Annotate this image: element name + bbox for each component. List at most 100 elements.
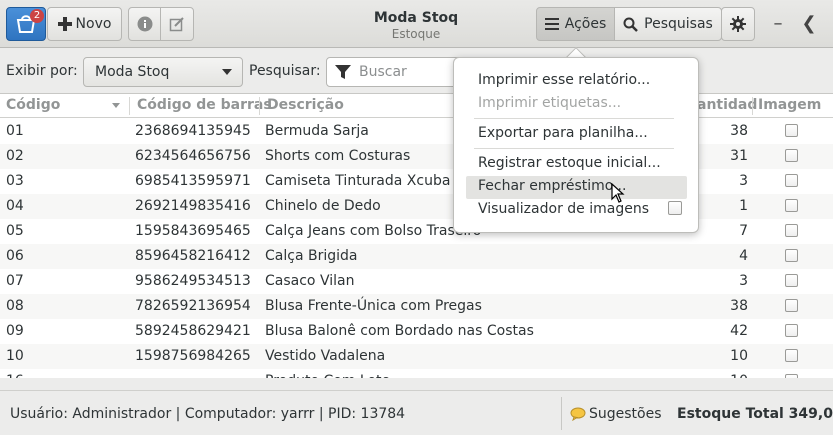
image-checkbox[interactable] bbox=[785, 299, 798, 312]
cell-quantity: 38 bbox=[730, 298, 748, 314]
edit-icon bbox=[169, 17, 184, 32]
cell-barcode: 5892458629421 bbox=[135, 323, 251, 339]
cell-quantity: 4 bbox=[739, 248, 748, 264]
sort-arrow-icon bbox=[112, 103, 120, 108]
image-checkbox[interactable] bbox=[785, 199, 798, 212]
status-divider bbox=[561, 397, 562, 430]
cell-description: Casaco Vilan bbox=[265, 273, 355, 289]
column-header-image[interactable]: Imagem bbox=[758, 97, 821, 113]
table-row[interactable]: 01 2368694135945 Bermuda Sarja 38 bbox=[0, 119, 833, 144]
exibir-combo-value: Moda Stoq bbox=[95, 64, 170, 80]
image-viewer-checkbox[interactable] bbox=[668, 201, 682, 215]
cell-description: Vestido Vadalena bbox=[265, 348, 386, 364]
column-header-description[interactable]: Descrição bbox=[267, 97, 344, 113]
cell-barcode: 9586249534513 bbox=[135, 273, 251, 289]
actions-button[interactable]: Ações bbox=[536, 7, 615, 41]
column-divider bbox=[259, 97, 260, 115]
cell-description: Blusa Frente-Única com Pregas bbox=[265, 298, 482, 314]
table-row[interactable]: 16 Produto Com Lote 10 bbox=[0, 369, 833, 378]
cell-barcode: 2368694135945 bbox=[135, 123, 251, 139]
image-checkbox[interactable] bbox=[785, 324, 798, 337]
menu-item-register-initial-stock[interactable]: Registrar estoque inicial... bbox=[478, 155, 661, 171]
suggestions-button[interactable]: Sugestões bbox=[570, 406, 662, 422]
column-header-quantity[interactable]: antidad bbox=[697, 97, 757, 113]
cell-description: Blusa Balonê com Bordado nas Costas bbox=[265, 323, 534, 339]
cell-quantity: 10 bbox=[730, 373, 748, 378]
table-row[interactable]: 06 8596458216412 Calça Brigida 4 bbox=[0, 244, 833, 269]
menu-item-close-loan[interactable]: Fechar empréstimo... bbox=[478, 178, 626, 194]
stock-total: Estoque Total 349,0 bbox=[677, 406, 833, 422]
search-input[interactable]: Buscar bbox=[326, 57, 461, 87]
cell-barcode: 1598756984265 bbox=[135, 348, 251, 364]
cell-quantity: 42 bbox=[730, 323, 748, 339]
menu-item-print-report[interactable]: Imprimir esse relatório... bbox=[478, 72, 650, 88]
column-header-code[interactable]: Código bbox=[6, 97, 60, 113]
actions-button-label: Ações bbox=[564, 16, 607, 32]
table-row[interactable]: 03 6985413595971 Camiseta Tinturada Xcuba … bbox=[0, 169, 833, 194]
speech-bubble-icon bbox=[570, 407, 586, 421]
filter-bar: Exibir por: Moda Stoq Pesquisar: Buscar bbox=[0, 49, 833, 93]
cell-quantity: 31 bbox=[730, 148, 748, 164]
column-header-barcode[interactable]: Código de barras bbox=[137, 97, 272, 113]
cell-quantity: 10 bbox=[730, 348, 748, 364]
menu-item-image-viewer[interactable]: Visualizador de imagens bbox=[478, 201, 649, 217]
table-row[interactable]: 10 1598756984265 Vestido Vadalena 10 bbox=[0, 344, 833, 369]
menu-item-print-labels: Imprimir etiquetas... bbox=[478, 95, 622, 111]
cell-code: 04 bbox=[6, 198, 24, 214]
exibir-combo[interactable]: Moda Stoq bbox=[83, 57, 243, 87]
menu-separator bbox=[474, 148, 674, 149]
image-checkbox[interactable] bbox=[785, 374, 798, 378]
cell-barcode: 6234564656756 bbox=[135, 148, 251, 164]
cell-quantity: 1 bbox=[739, 198, 748, 214]
image-checkbox[interactable] bbox=[785, 124, 798, 137]
status-info: Usuário: Administrador | Computador: yar… bbox=[10, 406, 406, 422]
app-title: Moda Stoq bbox=[373, 10, 459, 26]
searches-button[interactable]: Pesquisas bbox=[614, 7, 722, 41]
actions-menu: Imprimir esse relatório... Imprimir etiq… bbox=[453, 57, 699, 233]
exibir-label: Exibir por: bbox=[6, 63, 78, 79]
image-checkbox[interactable] bbox=[785, 224, 798, 237]
edit-button[interactable] bbox=[160, 7, 194, 41]
cell-code: 01 bbox=[6, 123, 24, 139]
cell-quantity: 3 bbox=[739, 173, 748, 189]
image-checkbox[interactable] bbox=[785, 149, 798, 162]
image-checkbox[interactable] bbox=[785, 249, 798, 262]
status-bar: Usuário: Administrador | Computador: yar… bbox=[0, 390, 833, 435]
cell-barcode: 1595843695465 bbox=[135, 223, 251, 239]
column-divider bbox=[752, 97, 753, 115]
cell-barcode: 2692149835416 bbox=[135, 198, 251, 214]
filter-icon bbox=[335, 65, 351, 79]
cell-code: 05 bbox=[6, 223, 24, 239]
cell-description: Camiseta Tinturada Xcuba C bbox=[265, 173, 465, 189]
table-row[interactable]: 08 7826592136954 Blusa Frente-Única com Pr… bbox=[0, 294, 833, 319]
cell-code: 03 bbox=[6, 173, 24, 189]
settings-button[interactable] bbox=[721, 7, 755, 41]
column-divider bbox=[129, 97, 130, 115]
back-chevron-icon[interactable]: ❮ bbox=[799, 12, 819, 34]
table-row[interactable]: 07 9586249534513 Casaco Vilan 3 bbox=[0, 269, 833, 294]
cell-description: Calça Brigida bbox=[265, 248, 358, 264]
new-button[interactable]: Novo bbox=[47, 7, 122, 41]
table-row[interactable]: 04 2692149835416 Chinelo de Dedo 1 bbox=[0, 194, 833, 219]
cell-quantity: 7 bbox=[739, 223, 748, 239]
image-checkbox[interactable] bbox=[785, 349, 798, 362]
info-button[interactable] bbox=[128, 7, 161, 41]
table-row[interactable]: 02 6234564656756 Shorts com Costuras 31 bbox=[0, 144, 833, 169]
cell-code: 02 bbox=[6, 148, 24, 164]
info-icon bbox=[137, 16, 152, 32]
cell-code: 10 bbox=[6, 348, 24, 364]
image-checkbox[interactable] bbox=[785, 274, 798, 287]
minimize-icon[interactable]: – bbox=[768, 12, 788, 34]
cell-description: Produto Com Lote bbox=[265, 373, 390, 378]
menu-item-export-spreadsheet[interactable]: Exportar para planilha... bbox=[478, 125, 648, 141]
image-checkbox[interactable] bbox=[785, 174, 798, 187]
table-header: Código Código de barras Descrição antida… bbox=[0, 94, 833, 118]
new-button-label: Novo bbox=[75, 16, 112, 32]
pesquisar-label: Pesquisar: bbox=[249, 63, 321, 79]
table-row[interactable]: 09 5892458629421 Blusa Balonê com Bordado … bbox=[0, 319, 833, 344]
table-row[interactable]: 05 1595843695465 Calça Jeans com Bolso Tra… bbox=[0, 219, 833, 244]
cell-description: Bermuda Sarja bbox=[265, 123, 369, 139]
cell-description: Chinelo de Dedo bbox=[265, 198, 381, 214]
cell-code: 09 bbox=[6, 323, 24, 339]
app-subtitle: Estoque bbox=[391, 27, 441, 41]
